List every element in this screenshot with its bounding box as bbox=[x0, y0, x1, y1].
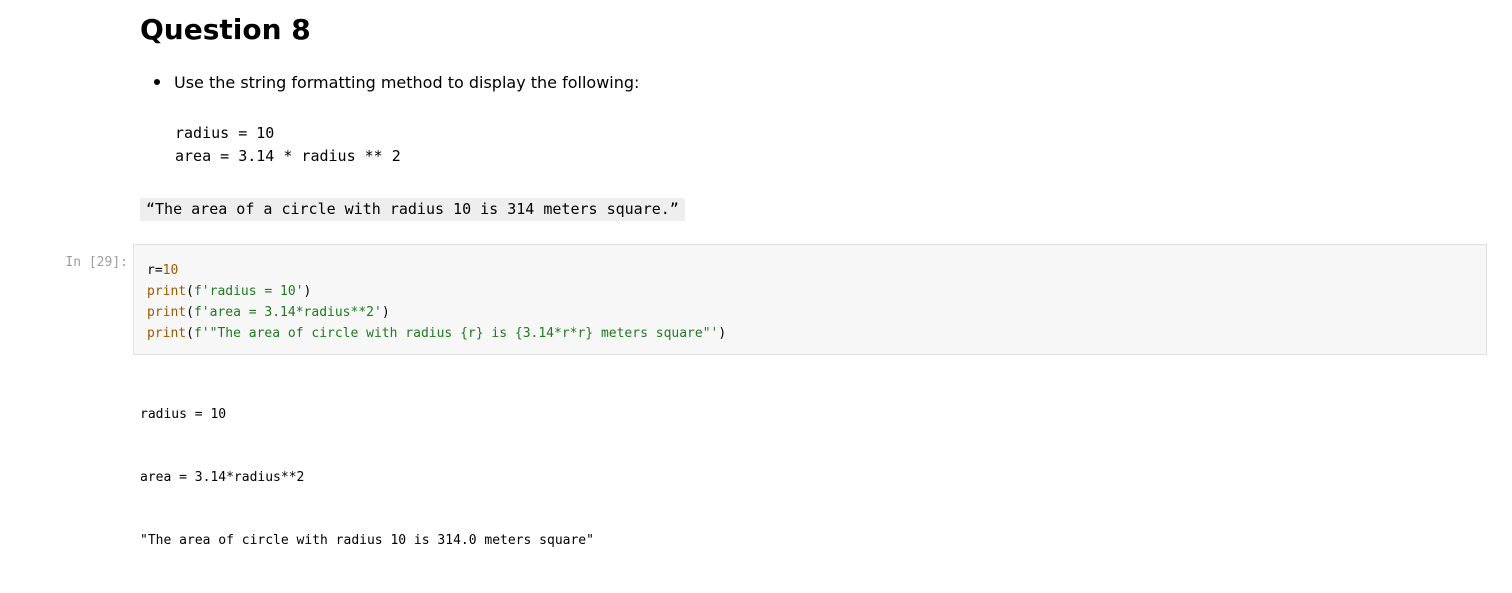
instruction-bullet: Use the string formatting method to disp… bbox=[154, 71, 639, 93]
code-token-plain: r= bbox=[147, 263, 163, 278]
code-token-plain: ) bbox=[381, 305, 390, 320]
output-line: "The area of circle with radius 10 is 31… bbox=[140, 533, 594, 548]
code-line: print(f'"The area of circle with radius … bbox=[147, 323, 726, 344]
output-line: radius = 10 bbox=[140, 407, 227, 422]
code-token-string: f'radius = 10' bbox=[193, 284, 304, 299]
code-input-area[interactable]: r=10 print(f'radius = 10') print(f'area = … bbox=[133, 244, 1487, 355]
code-line: print(f'radius = 10') bbox=[147, 281, 726, 302]
code-token-plain: ) bbox=[303, 284, 312, 299]
code-token-string: f'area = 3.14*radius**2' bbox=[193, 305, 382, 320]
expected-output-quote: “The area of a circle with radius 10 is … bbox=[140, 198, 685, 221]
code-line: print(f'area = 3.14*radius**2') bbox=[147, 302, 726, 323]
code-line: r=10 bbox=[147, 260, 726, 281]
markdown-code-line: area = 3.14 * radius ** 2 bbox=[175, 147, 401, 165]
input-prompt: In [29]: bbox=[65, 255, 128, 270]
output-line: area = 3.14*radius**2 bbox=[140, 470, 305, 485]
code-token-plain: ( bbox=[186, 305, 194, 320]
code-editor[interactable]: r=10 print(f'radius = 10') print(f'area = … bbox=[147, 260, 726, 344]
markdown-code-line: radius = 10 bbox=[175, 124, 275, 142]
code-token-number: 10 bbox=[162, 263, 179, 278]
code-token-builtin: print bbox=[147, 305, 187, 320]
code-token-string: f'"The area of circle with radius {r} is… bbox=[193, 326, 719, 341]
output-text: radius = 10 area = 3.14*radius**2 "The a… bbox=[140, 362, 594, 593]
bullet-icon bbox=[154, 79, 160, 85]
code-token-builtin: print bbox=[147, 284, 187, 299]
code-token-plain: ( bbox=[186, 326, 194, 341]
instruction-text: Use the string formatting method to disp… bbox=[174, 72, 640, 92]
code-token-builtin: print bbox=[147, 326, 187, 341]
markdown-code-block: radius = 10 area = 3.14 * radius ** 2 bbox=[175, 122, 401, 168]
question-heading: Question 8 bbox=[140, 13, 311, 46]
code-token-plain: ) bbox=[718, 326, 727, 341]
code-token-plain: ( bbox=[186, 284, 194, 299]
